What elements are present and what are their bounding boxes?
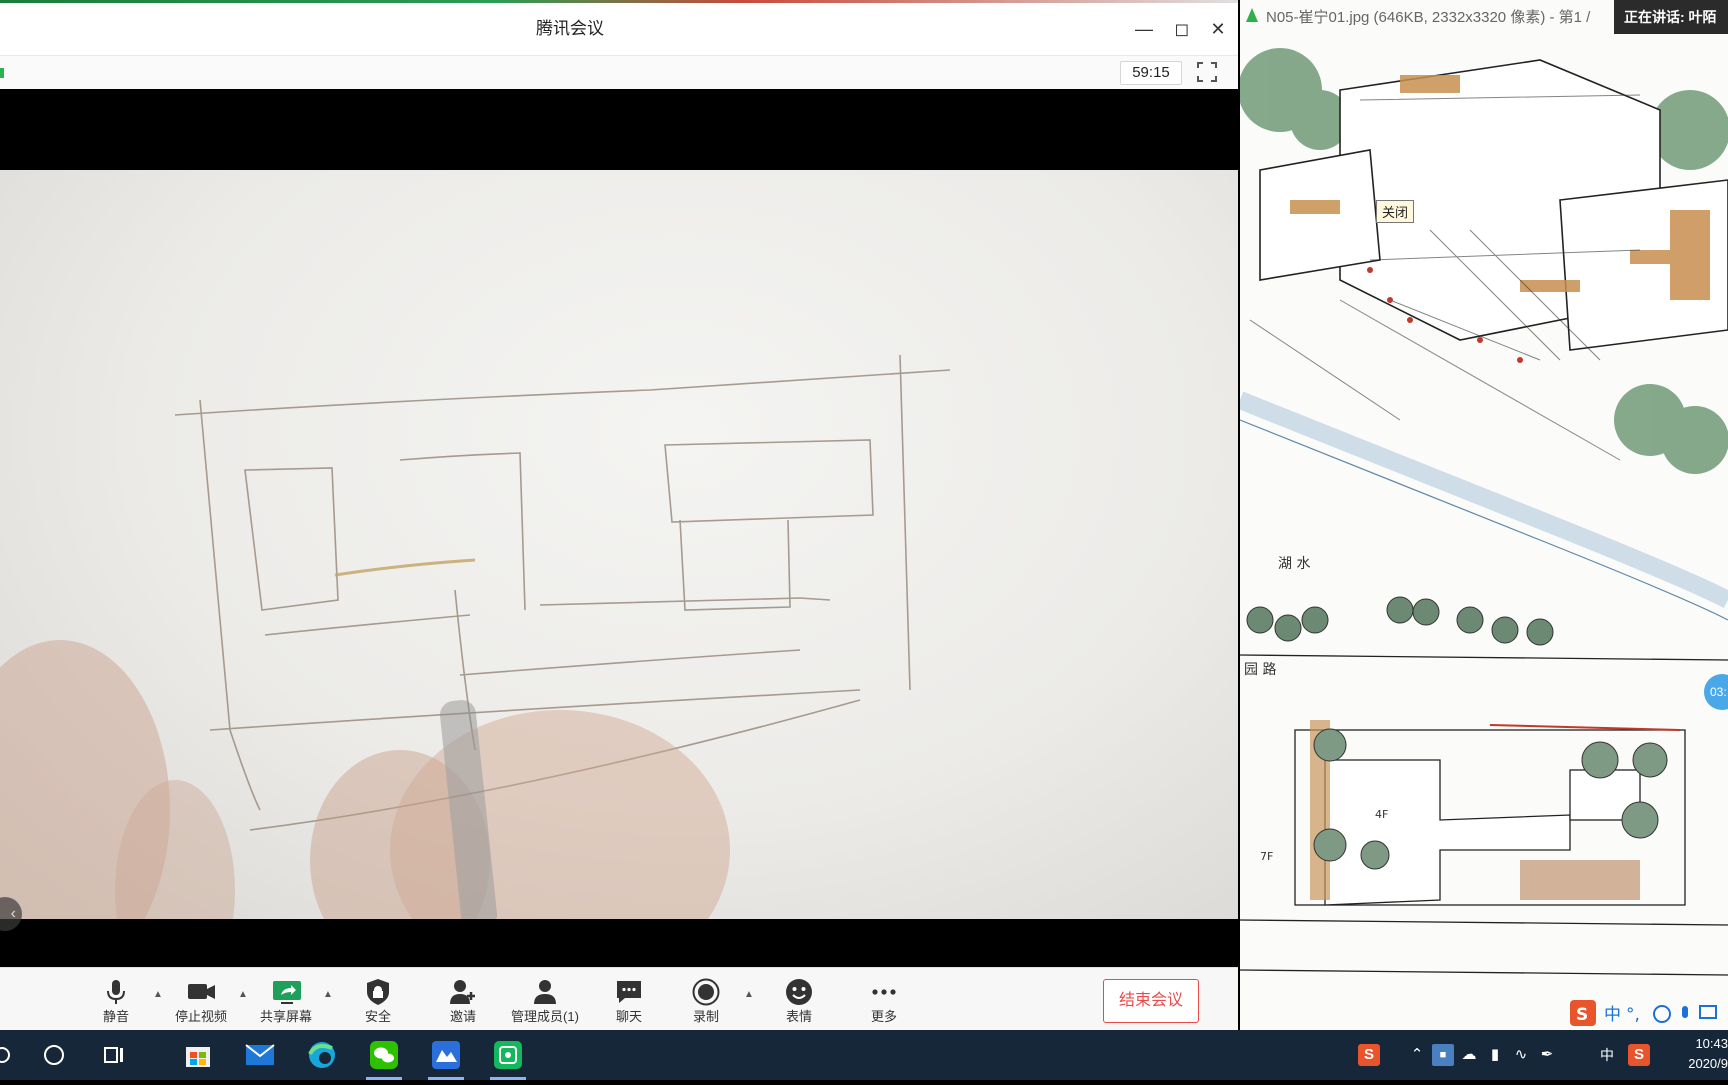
chat-label: 聊天 <box>615 1009 642 1024</box>
sogou-tray-icon[interactable]: S <box>1358 1044 1380 1066</box>
close-icon[interactable]: ✕ <box>1204 15 1232 43</box>
record-icon <box>692 978 720 1006</box>
app-logo-icon <box>1246 8 1258 22</box>
search-icon[interactable] <box>0 1030 20 1080</box>
tencent-meeting-icon[interactable] <box>484 1030 532 1080</box>
task-view-icon[interactable] <box>94 1030 134 1080</box>
invite-label: 邀请 <box>449 1009 476 1024</box>
chevron-up-icon[interactable]: ⌃ <box>1406 1044 1428 1066</box>
mute-label: 静音 <box>102 1009 129 1024</box>
record-options-caret[interactable]: ▲ <box>742 988 756 1002</box>
security-button[interactable]: 安全 <box>338 968 418 1031</box>
video-area[interactable]: ‹ <box>0 89 1238 967</box>
maximize-icon[interactable]: ◻ <box>1168 15 1196 43</box>
emoji-label: 表情 <box>785 1009 812 1024</box>
cloud-tray-icon[interactable]: ☁ <box>1458 1044 1480 1066</box>
architectural-drawing: 湖 水 园 路 4F 7F <box>1240 0 1728 1030</box>
meeting-window: 腾讯会议 — ◻ ✕ 59:15 ‹ 静音 ▲ 停止视频 ▲ 共享屏幕 ▲ 安全… <box>0 0 1238 1031</box>
security-label: 安全 <box>364 1009 391 1024</box>
camera-feed <box>0 170 1238 967</box>
mute-button[interactable]: 静音 <box>76 968 156 1031</box>
floor-7f-label: 7F <box>1260 850 1273 863</box>
manage-members-button[interactable]: 管理成员(1) <box>505 968 585 1031</box>
window-title: 腾讯会议 <box>536 19 604 38</box>
emoji-button[interactable]: 表情 <box>759 968 839 1031</box>
chat-icon <box>617 981 641 1003</box>
more-label: 更多 <box>870 1009 897 1024</box>
store-icon[interactable] <box>176 1030 220 1080</box>
image-viewer[interactable]: 湖 水 园 路 4F 7F N05-崔宁01.jpg (646KB, 2332x… <box>1240 0 1728 1030</box>
wifi-icon[interactable]: ∿ <box>1510 1044 1532 1066</box>
floor-4f-label: 4F <box>1375 808 1388 821</box>
pencil-sketch <box>0 354 951 967</box>
minimize-icon[interactable]: — <box>1130 15 1158 43</box>
ime-toolbar: S 中 °, <box>1570 996 1728 1030</box>
add-user-icon <box>450 980 475 1004</box>
smiley-icon <box>786 979 812 1005</box>
battery-icon[interactable]: ▮ <box>1484 1044 1506 1066</box>
security-tray-icon[interactable]: ■ <box>1432 1044 1454 1066</box>
wechat-icon[interactable] <box>360 1030 408 1080</box>
pen-icon[interactable]: ✒ <box>1536 1044 1558 1066</box>
stop-video-button[interactable]: 停止视频 <box>161 968 241 1031</box>
meeting-icon[interactable] <box>422 1030 470 1080</box>
end-meeting-button[interactable]: 结束会议 <box>1103 979 1199 1023</box>
road-label: 园 路 <box>1244 662 1276 678</box>
fullscreen-icon[interactable] <box>1196 61 1218 83</box>
more-button[interactable]: 更多 <box>844 968 924 1031</box>
system-clock[interactable]: 10:43 2020/9 <box>1664 1034 1728 1074</box>
svg-text:°,: °, <box>1626 1005 1640 1025</box>
svg-text:S: S <box>1576 1005 1588 1025</box>
chat-button[interactable]: 聊天 <box>589 968 669 1031</box>
active-speaker-indicator: 正在讲话: 叶陌 <box>1614 0 1728 34</box>
members-icon <box>534 980 556 1004</box>
share-screen-button[interactable]: 共享屏幕 <box>246 968 326 1031</box>
microphone-icon <box>107 980 125 1004</box>
sogou-ime-icon[interactable]: S <box>1628 1044 1650 1066</box>
share-screen-label: 共享屏幕 <box>259 1009 312 1024</box>
lake-label: 湖 水 <box>1278 556 1310 572</box>
share-options-caret[interactable]: ▲ <box>321 988 335 1002</box>
title-bar: 腾讯会议 — ◻ ✕ <box>0 3 1238 55</box>
taskbar: S ⌃ ■ ☁ ▮ ∿ ✒ 中 S 10:43 2020/9 <box>0 1030 1728 1080</box>
stop-video-label: 停止视频 <box>174 1009 227 1024</box>
ime-tray-label[interactable]: 中 <box>1596 1044 1618 1066</box>
meeting-timer: 59:15 <box>1120 61 1182 85</box>
manage-members-label: 管理成员(1) <box>511 1009 579 1024</box>
invite-button[interactable]: 邀请 <box>423 968 503 1031</box>
close-tooltip: 关闭 <box>1376 200 1415 223</box>
clock-time: 10:43 <box>1695 1036 1728 1051</box>
share-screen-icon <box>273 981 301 1004</box>
clock-date: 2020/9 <box>1688 1056 1728 1071</box>
mail-icon[interactable] <box>238 1030 282 1080</box>
viewer-file-title: N05-崔宁01.jpg (646KB, 2332x3320 像素) - 第1 … <box>1266 9 1591 26</box>
meeting-toolbar: 静音 ▲ 停止视频 ▲ 共享屏幕 ▲ 安全 邀请 管理成员(1) 聊天 录制 ▲… <box>0 967 1238 1031</box>
ime-mode-label: 中 <box>1604 1005 1621 1025</box>
more-icon <box>872 989 896 995</box>
network-status-icon <box>0 68 4 78</box>
meeting-info-bar: 59:15 <box>0 55 1238 91</box>
record-label: 录制 <box>692 1009 719 1024</box>
edge-icon[interactable] <box>300 1030 344 1080</box>
cortana-icon[interactable] <box>34 1030 74 1080</box>
shield-icon <box>367 979 389 1005</box>
camera-icon <box>188 984 215 999</box>
record-button[interactable]: 录制 <box>666 968 746 1031</box>
